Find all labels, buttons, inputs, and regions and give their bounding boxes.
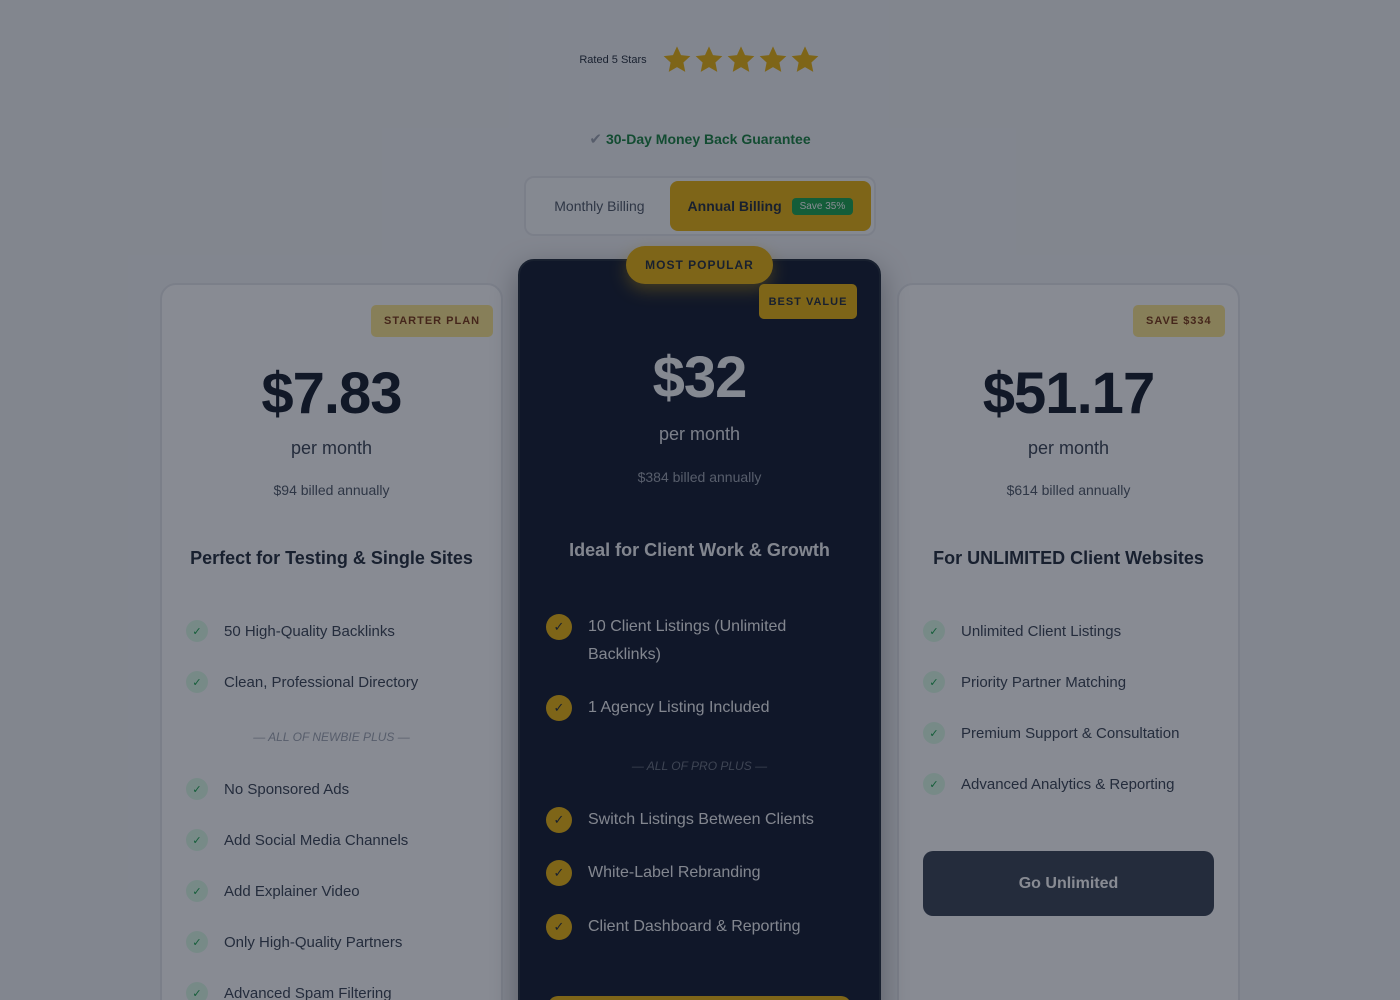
starter-feature: ✓ Clean, Professional Directory: [186, 671, 418, 693]
check-icon: ✓: [546, 860, 572, 886]
feature-label: 50 High-Quality Backlinks: [224, 622, 395, 640]
best-value-badge: BEST VALUE: [759, 284, 857, 319]
check-icon: ✓: [186, 829, 208, 851]
feature-label: Add Social Media Channels: [224, 831, 409, 849]
check-icon: ✓: [186, 931, 208, 953]
feature-label: Add Explainer Video: [224, 882, 360, 900]
starter-feature: ✓ Add Social Media Channels: [186, 829, 408, 851]
pro-feature: ✓ Client Dashboard & Reporting: [546, 913, 801, 941]
feature-label: Unlimited Client Listings: [961, 622, 1122, 640]
pro-feature: ✓ 10 Client Listings (Unlimited Backlinks…: [546, 613, 826, 669]
annual-billing-option[interactable]: Annual Billing Save 35%: [669, 181, 871, 231]
starter-tagline: Perfect for Testing & Single Sites: [190, 548, 473, 568]
starter-feature: ✓ No Sponsored Ads: [186, 778, 349, 800]
starter-feature: ✓ Add Explainer Video: [186, 880, 360, 902]
feature-label: Premium Support & Consultation: [961, 724, 1180, 742]
check-icon: ✓: [923, 773, 945, 795]
monthly-billing-option[interactable]: Monthly Billing: [529, 181, 670, 231]
check-icon: ✓: [186, 982, 208, 1000]
star-icon: [661, 44, 693, 76]
starter-period: per month: [290, 438, 373, 458]
starter-price: $7.83: [261, 361, 402, 426]
check-icon: ✓: [186, 880, 208, 902]
checkmark-icon: ✔: [589, 131, 602, 148]
check-icon: ✓: [546, 807, 572, 833]
check-icon: ✓: [923, 722, 945, 744]
check-icon: ✓: [546, 614, 572, 640]
feature-label: 1 Agency Listing Included: [588, 699, 770, 716]
guarantee-text: 30-Day Money Back Guarantee: [605, 131, 811, 147]
save-amount-badge: SAVE $334: [1133, 305, 1225, 337]
feature-label: Priority Partner Matching: [961, 673, 1127, 691]
pro-feature: ✓ 1 Agency Listing Included: [546, 694, 769, 722]
feature-label: Switch Listings Between Clients: [588, 811, 814, 828]
feature-label: Only High-Quality Partners: [224, 933, 403, 951]
pro-feature: ✓ White-Label Rebranding: [546, 859, 761, 887]
starter-feature: ✓ Advanced Spam Filtering: [186, 982, 392, 1000]
unlimited-billed: $614 billed annually: [1006, 482, 1131, 498]
check-icon: ✓: [186, 671, 208, 693]
annual-billing-label: Annual Billing: [687, 198, 782, 214]
check-icon: ✓: [546, 914, 572, 940]
unlimited-period: per month: [1027, 438, 1110, 458]
unlimited-feature: ✓ Premium Support & Consultation: [923, 722, 1179, 744]
starter-feature: ✓ Only High-Quality Partners: [186, 931, 402, 953]
feature-label: White-Label Rebranding: [588, 864, 761, 881]
unlimited-price: $51.17: [982, 361, 1155, 426]
go-unlimited-button[interactable]: Go Unlimited: [923, 851, 1214, 916]
feature-label: Clean, Professional Directory: [224, 673, 419, 691]
unlimited-feature: ✓ Unlimited Client Listings: [923, 620, 1121, 642]
rating-text: Rated 5 Stars: [579, 54, 647, 66]
check-icon: ✓: [186, 620, 208, 642]
billing-toggle: Monthly Billing Annual Billing Save 35%: [524, 176, 876, 236]
feature-label: No Sponsored Ads: [224, 780, 350, 798]
pro-cta-button[interactable]: [548, 996, 851, 1000]
check-icon: ✓: [186, 778, 208, 800]
rating-row: Rated 5 Stars: [0, 44, 1400, 76]
starter-plan-badge: STARTER PLAN: [371, 305, 494, 337]
check-icon: ✓: [923, 671, 945, 693]
pro-period: per month: [658, 424, 741, 444]
starter-feature: ✓ 50 High-Quality Backlinks: [186, 620, 395, 642]
feature-label: Client Dashboard & Reporting: [588, 918, 801, 935]
most-popular-ribbon: MOST POPULAR: [626, 246, 773, 284]
starter-billed: $94 billed annually: [273, 482, 390, 498]
pro-feature: ✓ Switch Listings Between Clients: [546, 806, 814, 834]
monthly-billing-label: Monthly Billing: [554, 198, 645, 214]
star-icon: [757, 44, 789, 76]
star-rating: [661, 44, 821, 76]
feature-label: Advanced Spam Filtering: [224, 984, 392, 1000]
starter-divider: — ALL OF NEWBIE PLUS —: [253, 730, 410, 744]
pro-tagline: Ideal for Client Work & Growth: [569, 540, 830, 560]
feature-label: 10 Client Listings (Unlimited Backlinks): [588, 618, 787, 663]
star-icon: [693, 44, 725, 76]
pro-divider: — ALL OF PRO PLUS —: [631, 759, 768, 773]
check-icon: ✓: [923, 620, 945, 642]
unlimited-tagline: For UNLIMITED Client Websites: [933, 548, 1204, 568]
pro-billed: $384 billed annually: [637, 469, 762, 485]
feature-label: Advanced Analytics & Reporting: [961, 775, 1175, 793]
unlimited-feature: ✓ Priority Partner Matching: [923, 671, 1126, 693]
save-percent-badge: Save 35%: [791, 197, 854, 215]
check-icon: ✓: [546, 695, 572, 721]
pro-price: $32: [652, 345, 748, 410]
star-icon: [789, 44, 821, 76]
star-icon: [725, 44, 757, 76]
unlimited-feature: ✓ Advanced Analytics & Reporting: [923, 773, 1174, 795]
money-back-guarantee: ✔ 30-Day Money Back Guarantee: [0, 130, 1400, 148]
